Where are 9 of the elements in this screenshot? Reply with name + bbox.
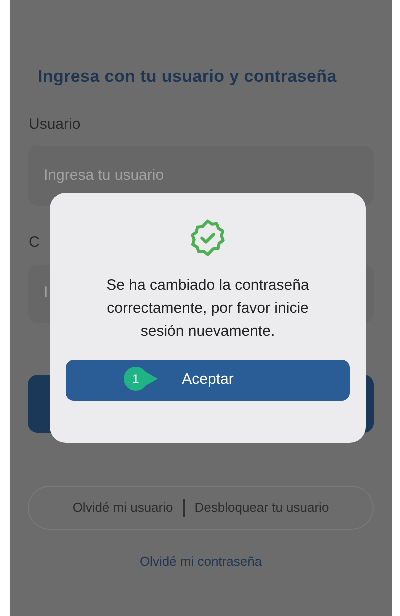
login-title: Ingresa con tu usuario y contraseña <box>37 66 338 88</box>
password-placeholder: I <box>44 283 48 304</box>
unlock-user-link[interactable]: Desbloquear tu usuario <box>194 498 330 518</box>
dialog-message: Se ha cambiado la contraseña correctamente, por favor inicie sesión nuevamente. <box>106 276 310 342</box>
field-label: Usuario <box>28 114 82 134</box>
forgot-user-link[interactable]: Olvidé mi usuario <box>72 498 174 518</box>
field-label: C <box>28 233 40 253</box>
forgot-password-link[interactable]: Olvidé mi contraseña <box>140 552 262 571</box>
verified-check-icon <box>188 218 228 258</box>
